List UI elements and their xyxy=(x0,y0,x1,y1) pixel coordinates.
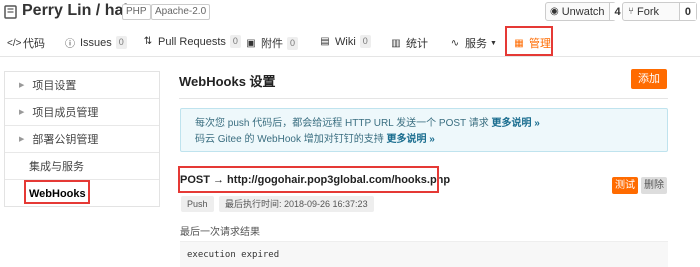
tab-label: 服务 xyxy=(465,38,487,50)
code-icon: </> xyxy=(7,37,22,49)
fork-button[interactable]: ⑂ Fork 0 xyxy=(622,2,697,21)
info-line-2: 码云 Gitee 的 WebHook 增加对钉钉的支持 更多说明 » xyxy=(195,132,667,148)
tab-count: 0 xyxy=(115,36,127,49)
tab-manage-highlight-box xyxy=(505,26,553,56)
tab-issues[interactable]: ⓘ Issues 0 xyxy=(64,35,127,50)
page-title: WebHooks 设置 xyxy=(179,74,276,89)
sidebar-item-members[interactable]: ▶ 项目成员管理 xyxy=(5,99,159,126)
more-info-link[interactable]: 更多说明 » xyxy=(387,134,435,145)
sidebar-item-label: 集成与服务 xyxy=(29,161,84,173)
sidebar-item-project-settings[interactable]: ▶ 项目设置 xyxy=(5,72,159,99)
tab-count: 0 xyxy=(287,36,299,50)
sidebar-item-integrations[interactable]: 集成与服务 xyxy=(5,153,159,180)
webhooks-highlight-box xyxy=(24,180,90,204)
info-text: 每次您 push 代码后，都会给远程 HTTP URL 发送一个 POST 请求 xyxy=(195,118,489,129)
info-line-1: 每次您 push 代码后，都会给远程 HTTP URL 发送一个 POST 请求… xyxy=(195,116,667,132)
fork-label: Fork xyxy=(637,5,659,18)
repo-tabs: </> 代码 ⓘ Issues 0 ⇅ Pull Requests 0 ▣ 附件… xyxy=(0,27,700,57)
info-text: 码云 Gitee 的 WebHook 增加对钉钉的支持 xyxy=(195,134,384,145)
tab-services[interactable]: ∿ 服务 ▼ xyxy=(449,35,497,51)
last-exec-time: 最后执行时间: 2018-09-26 16:37:23 xyxy=(219,196,374,212)
tab-code[interactable]: </> 代码 xyxy=(7,35,45,51)
event-tag: Push xyxy=(181,196,214,212)
test-webhook-button[interactable]: 测试 xyxy=(612,177,638,194)
more-info-link[interactable]: 更多说明 » xyxy=(492,118,540,129)
attachment-icon: ▣ xyxy=(246,37,256,49)
chevron-right-icon: ▶ xyxy=(19,109,25,116)
license-badge[interactable]: Apache-2.0 xyxy=(151,4,211,20)
tab-attachments[interactable]: ▣ 附件 0 xyxy=(245,35,299,51)
tab-pull-requests[interactable]: ⇅ Pull Requests 0 xyxy=(142,35,241,48)
unwatch-label: Unwatch xyxy=(561,5,605,18)
tab-label: 统计 xyxy=(406,38,428,50)
last-result-label: 最后一次请求结果 xyxy=(180,227,260,238)
fork-icon: ⑂ xyxy=(628,6,634,17)
repo-header: Perry Lin / hairs PHP Apache-2.0 ◉ Unwat… xyxy=(0,0,700,26)
chevron-right-icon: ▶ xyxy=(19,82,25,89)
language-badge[interactable]: PHP xyxy=(122,4,151,20)
tab-wiki[interactable]: ▤ Wiki 0 xyxy=(319,35,371,48)
repo-icon xyxy=(4,5,17,19)
fork-count[interactable]: 0 xyxy=(678,3,696,20)
webhook-url-highlight-box xyxy=(178,166,439,193)
add-webhook-button[interactable]: 添加 xyxy=(631,69,667,89)
tab-label: Pull Requests xyxy=(158,35,226,48)
pull-request-icon: ⇅ xyxy=(143,36,153,47)
sidebar-item-deploy-keys[interactable]: ▶ 部署公钥管理 xyxy=(5,126,159,153)
delete-webhook-button[interactable]: 删除 xyxy=(641,177,667,194)
sidebar-item-label: 项目成员管理 xyxy=(32,107,99,119)
sidebar-item-label: 部署公钥管理 xyxy=(32,134,99,146)
chevron-right-icon: ▶ xyxy=(19,136,25,143)
tab-count: 0 xyxy=(229,35,241,48)
sidebar-item-label: 项目设置 xyxy=(32,80,77,92)
last-result-output: execution expired xyxy=(180,241,668,267)
tab-label: Issues xyxy=(80,36,112,49)
chevron-down-icon: ▼ xyxy=(490,39,497,47)
issues-icon: ⓘ xyxy=(65,39,75,50)
stats-icon: ▥ xyxy=(391,37,401,49)
tab-stats[interactable]: ▥ 统计 xyxy=(390,35,428,51)
divider xyxy=(179,98,668,99)
tab-count: 0 xyxy=(359,35,371,48)
info-box: 每次您 push 代码后，都会给远程 HTTP URL 发送一个 POST 请求… xyxy=(180,108,668,152)
tab-label: 代码 xyxy=(23,38,45,50)
service-icon: ∿ xyxy=(450,37,460,49)
unwatch-button[interactable]: ◉ Unwatch 4 xyxy=(545,2,626,21)
wiki-icon: ▤ xyxy=(320,36,330,47)
eye-icon: ◉ xyxy=(550,6,559,17)
tab-label: Wiki xyxy=(335,35,356,48)
tab-label: 附件 xyxy=(261,38,283,50)
